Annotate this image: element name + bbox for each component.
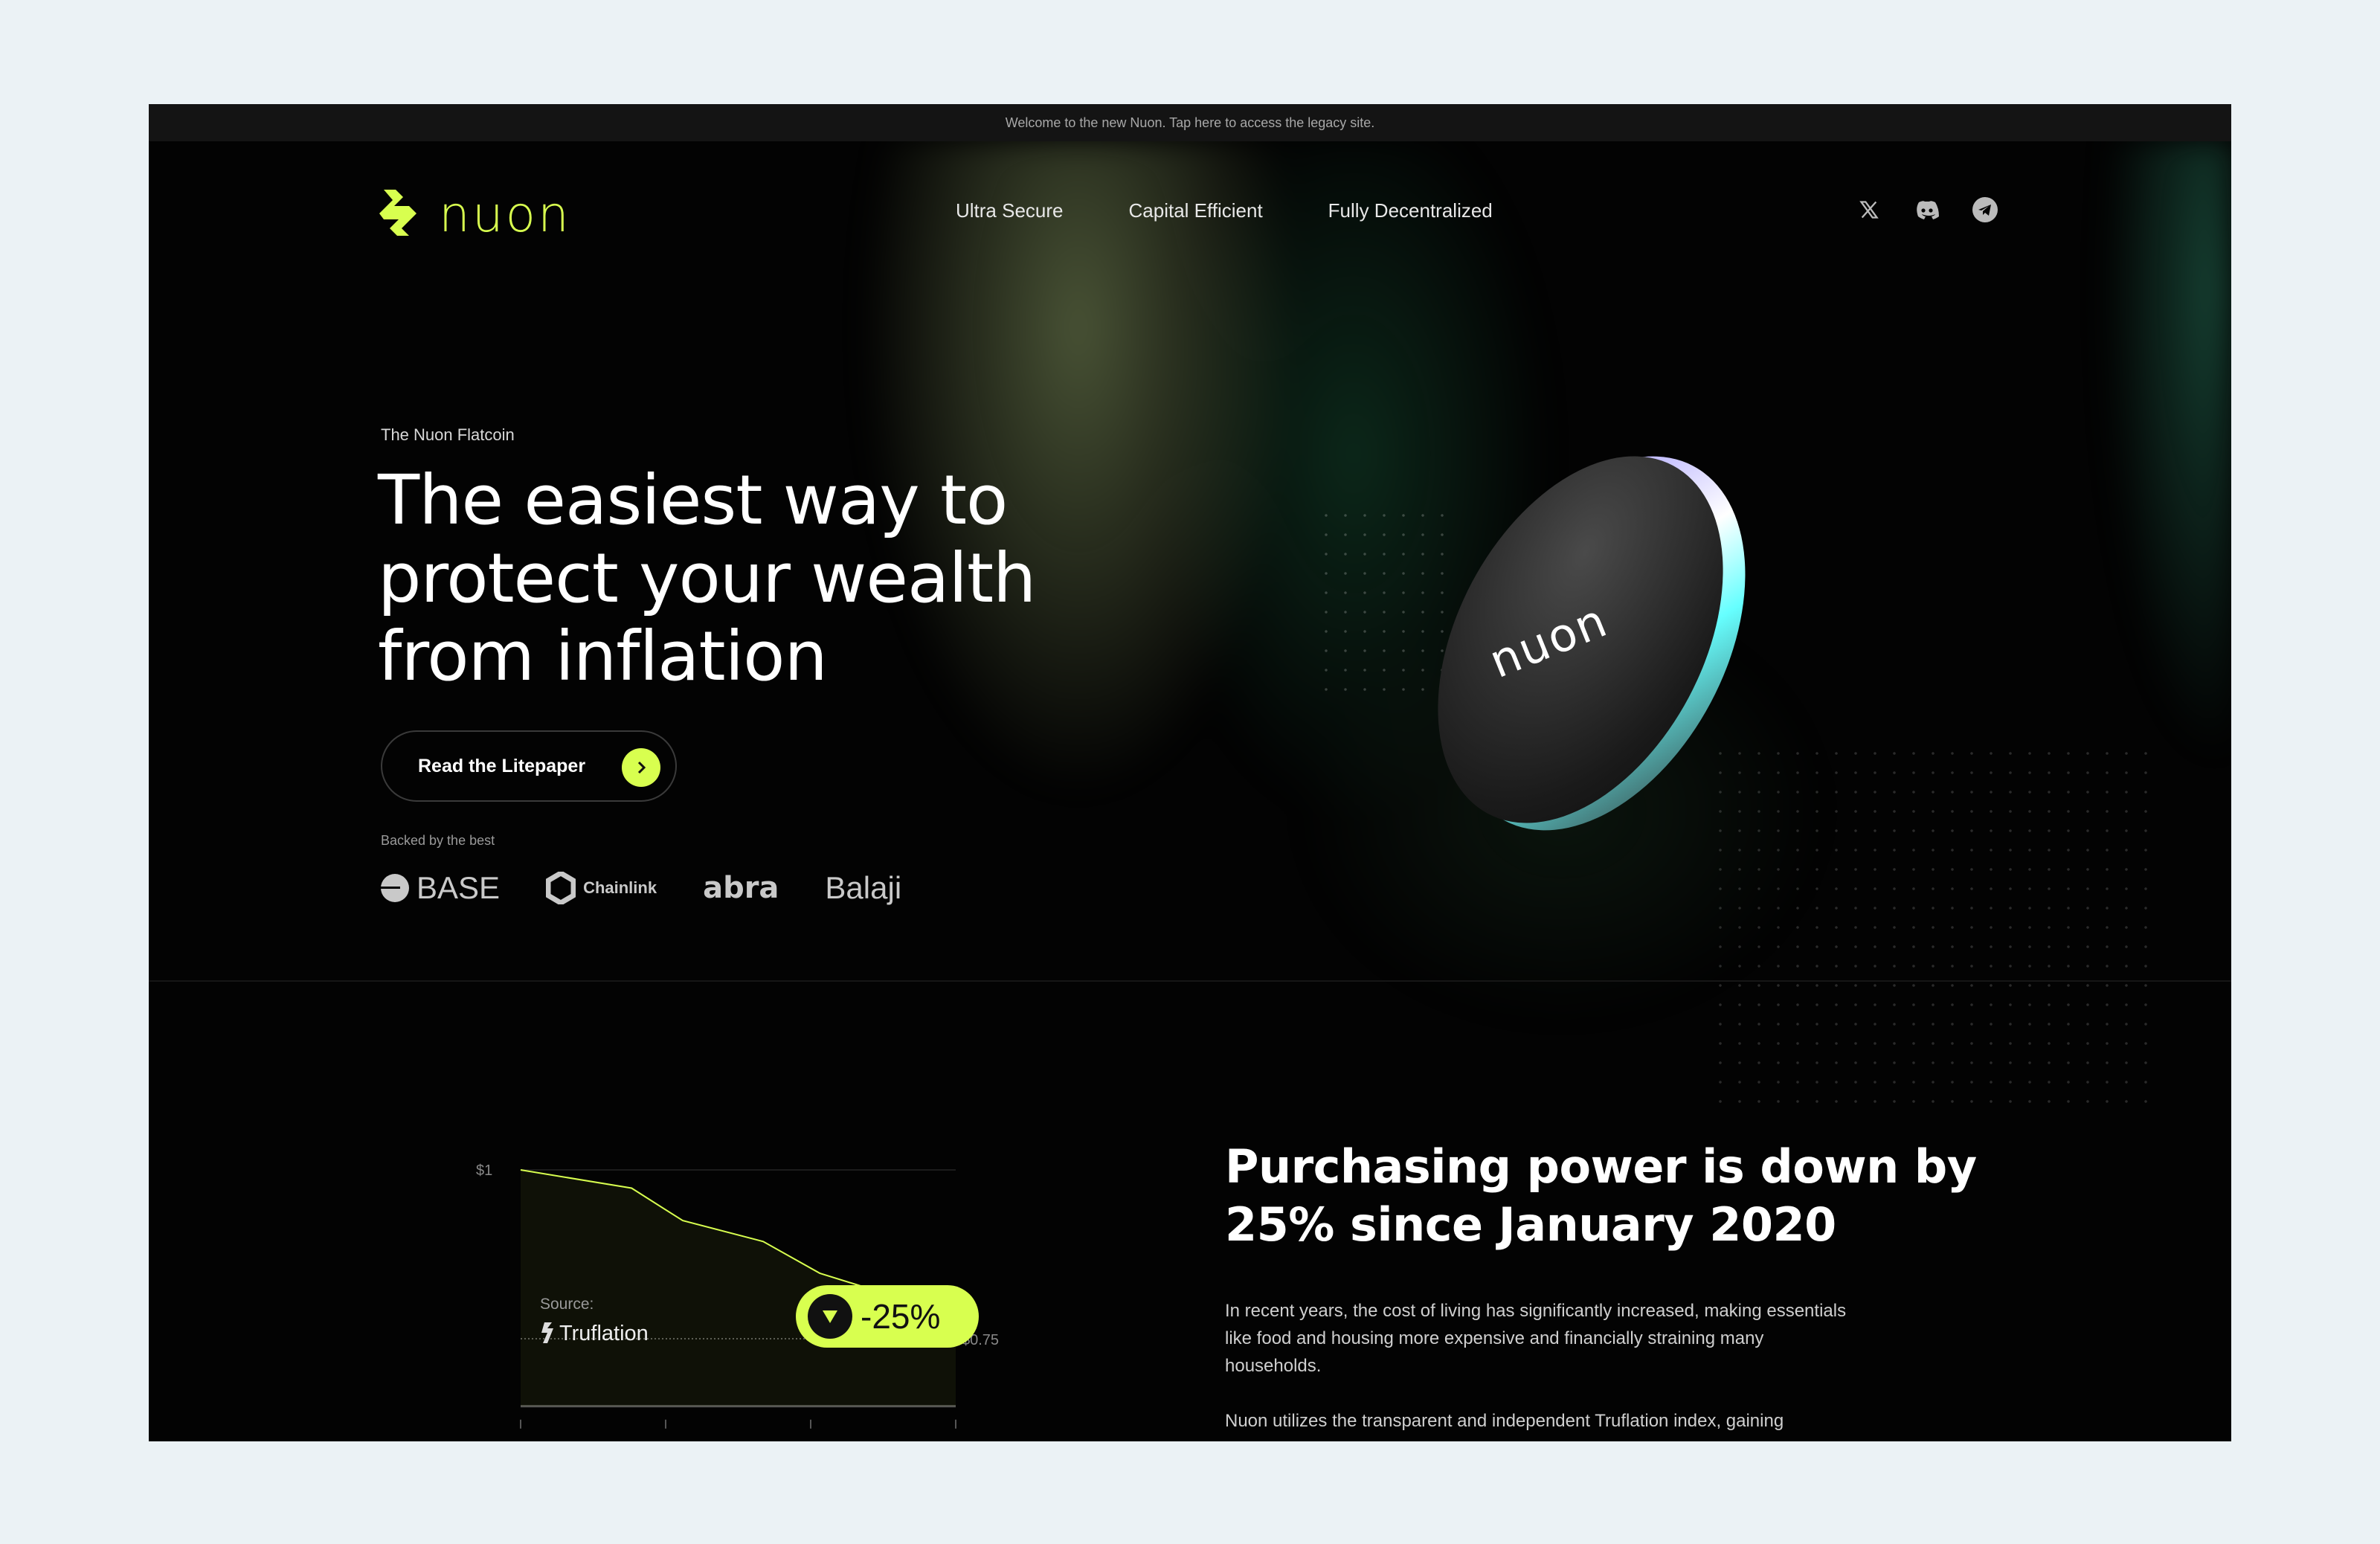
backer-logos: BASE Chainlink abra Balaji [381, 870, 901, 906]
y-label-max: $1 [476, 1162, 492, 1179]
source-label: Source: [540, 1296, 594, 1313]
legacy-site-banner[interactable]: Welcome to the new Nuon. Tap here to acc… [149, 104, 2231, 141]
change-badge: -25% [796, 1285, 979, 1348]
read-litepaper-button[interactable]: Read the Litepaper [381, 730, 677, 802]
cta-label: Read the Litepaper [418, 755, 586, 776]
main-nav: Ultra Secure Capital Efficient Fully Dec… [956, 199, 1493, 222]
hero-headline: The easiest way to protect your wealth f… [378, 461, 1122, 695]
nuon-coin-image: nuon [1379, 406, 1805, 881]
headline-line: protect your wealth [378, 538, 1036, 618]
brand-name: nuon [439, 186, 571, 243]
backed-by-label: Backed by the best [381, 833, 495, 848]
section-paragraph: In recent years, the cost of living has … [1225, 1301, 1847, 1376]
section-divider [149, 980, 2231, 982]
purchasing-power-chart: $1 $0.75 2020 2024 Source: Truflation -2… [476, 1162, 999, 1429]
svg-text:-25%: -25% [861, 1297, 940, 1336]
chainlink-logo: Chainlink [546, 872, 657, 904]
chevron-right-icon [622, 748, 660, 787]
headline-line: The easiest way to [378, 460, 1008, 540]
discord-icon[interactable] [1914, 196, 1940, 223]
page-frame: Welcome to the new Nuon. Tap here to acc… [149, 104, 2231, 1441]
balaji-logo: Balaji [825, 870, 902, 905]
nuon-logo[interactable]: nuon [379, 186, 571, 243]
dot-pattern [1316, 506, 1450, 692]
nav-fully-decentralized[interactable]: Fully Decentralized [1328, 199, 1493, 222]
hero-eyebrow: The Nuon Flatcoin [381, 425, 515, 444]
source-name: Truflation [559, 1322, 649, 1345]
section-paragraph: Nuon utilizes the transparent and indepe… [1225, 1411, 1784, 1431]
headline-line: from inflation [378, 617, 828, 696]
nuon-logo-mark-icon [379, 189, 416, 236]
base-logo: BASE [381, 870, 500, 906]
nav-ultra-secure[interactable]: Ultra Secure [956, 199, 1064, 222]
abra-logo: abra [703, 871, 779, 905]
section-heading: Purchasing power is down by 25% since Ja… [1225, 1139, 1977, 1252]
telegram-icon[interactable] [1972, 196, 1998, 223]
dot-pattern [1711, 744, 2157, 1116]
social-links [1856, 196, 1998, 223]
nav-capital-efficient[interactable]: Capital Efficient [1129, 199, 1263, 222]
x-icon[interactable] [1856, 196, 1882, 223]
